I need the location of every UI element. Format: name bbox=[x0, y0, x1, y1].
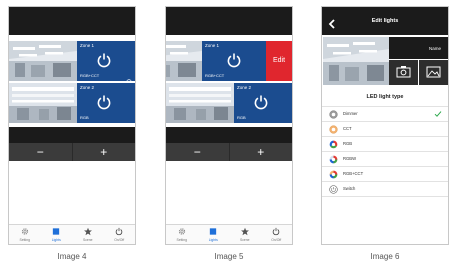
rgbcct-icon bbox=[329, 170, 338, 179]
type-label: RGB+CCT bbox=[343, 171, 364, 176]
nav-label: Setting bbox=[176, 238, 188, 242]
zone-panel[interactable]: Zone 2 RGB bbox=[234, 83, 292, 123]
edit-button[interactable]: Edit bbox=[266, 41, 292, 81]
gear-icon bbox=[21, 228, 28, 235]
gear-icon bbox=[178, 228, 185, 235]
star-icon bbox=[240, 227, 249, 236]
checkmark-icon bbox=[434, 111, 442, 117]
brightness-controls: − + bbox=[9, 143, 135, 161]
type-label: RGB bbox=[343, 141, 353, 146]
square-icon bbox=[210, 228, 217, 235]
power-icon bbox=[272, 227, 280, 236]
zone-light-type: RGB bbox=[80, 115, 89, 120]
zone-card-1[interactable]: Zone 1 RGB+CCT Edit bbox=[166, 41, 292, 81]
empty-area bbox=[9, 127, 135, 143]
name-field[interactable]: Name bbox=[389, 37, 448, 59]
power-icon[interactable] bbox=[253, 94, 269, 115]
bottom-nav: Setting Lights Scene On/Off bbox=[166, 224, 293, 244]
nav-onoff[interactable]: On/Off bbox=[104, 225, 136, 244]
rgb-icon bbox=[329, 140, 338, 149]
nav-label: On/Off bbox=[114, 238, 125, 242]
name-label: Name bbox=[428, 46, 441, 51]
type-label: CCT bbox=[343, 126, 352, 131]
phone-screen-lights: Zone 1 RGB+CCT Zone 2 RGB − + Setting Li… bbox=[8, 6, 136, 245]
page-title: Edit lights bbox=[371, 18, 399, 24]
zone-photo bbox=[166, 83, 234, 123]
dimmer-icon bbox=[329, 110, 338, 119]
type-label: Dimmer bbox=[343, 111, 358, 116]
type-label: Switch bbox=[343, 186, 356, 191]
nav-lights[interactable]: Lights bbox=[41, 225, 73, 244]
nav-scene[interactable]: Scene bbox=[72, 225, 104, 244]
nav-label: Lights bbox=[51, 238, 61, 242]
square-icon bbox=[53, 228, 60, 235]
cct-icon bbox=[329, 125, 338, 134]
power-icon[interactable] bbox=[96, 94, 112, 115]
zone-photo bbox=[9, 83, 77, 123]
rgbw-icon bbox=[329, 155, 338, 164]
led-type-heading: LED light type bbox=[366, 94, 404, 100]
minus-button[interactable]: − bbox=[9, 143, 73, 161]
zone-card-2[interactable]: Zone 2 RGB bbox=[9, 83, 135, 123]
zone-name: Zone 1 bbox=[205, 43, 220, 48]
zone-name: Zone 2 bbox=[80, 85, 95, 90]
type-label: RGBW bbox=[343, 156, 357, 161]
nav-setting[interactable]: Setting bbox=[9, 225, 41, 244]
zone-light-type: RGB bbox=[237, 115, 246, 120]
nav-label: Scene bbox=[82, 238, 93, 242]
nav-label: Setting bbox=[19, 238, 31, 242]
zone-light-type: RGB+CCT bbox=[80, 73, 100, 78]
top-bar bbox=[166, 7, 292, 35]
camera-icon bbox=[396, 66, 411, 78]
brightness-controls: − + bbox=[166, 143, 292, 161]
header-bar: Edit lights bbox=[322, 7, 448, 35]
plus-button[interactable]: + bbox=[230, 143, 293, 161]
nav-setting[interactable]: Setting bbox=[166, 225, 198, 244]
switch-icon bbox=[329, 185, 338, 194]
gallery-button[interactable] bbox=[419, 60, 448, 85]
zone-editor: Name bbox=[322, 37, 448, 85]
type-option-rgbw[interactable]: RGBW bbox=[322, 151, 448, 166]
nav-onoff[interactable]: On/Off bbox=[261, 225, 293, 244]
zone-name: Zone 1 bbox=[80, 43, 95, 48]
star-icon bbox=[83, 227, 92, 236]
nav-label: On/Off bbox=[271, 238, 282, 242]
led-type-list: Dimmer CCT RGB RGBW RGB+CCT Switch bbox=[322, 106, 448, 197]
phone-screen-edit-lights: Edit lights Name LED light type Dimmer C… bbox=[321, 6, 449, 245]
type-option-dimmer[interactable]: Dimmer bbox=[322, 106, 448, 121]
power-icon bbox=[115, 227, 123, 236]
nav-label: Scene bbox=[239, 238, 250, 242]
power-icon[interactable] bbox=[96, 52, 112, 73]
zone-photo[interactable] bbox=[323, 37, 389, 85]
caption: Image 5 bbox=[214, 252, 244, 261]
type-option-rgb[interactable]: RGB bbox=[322, 136, 448, 151]
empty-area bbox=[166, 127, 292, 143]
nav-label: Lights bbox=[208, 238, 218, 242]
zone-panel[interactable]: Zone 1 RGB+CCT bbox=[202, 41, 266, 81]
caption: Image 6 bbox=[370, 252, 400, 261]
type-option-switch[interactable]: Switch bbox=[322, 181, 448, 197]
camera-button[interactable] bbox=[389, 60, 418, 85]
image-icon bbox=[426, 66, 441, 78]
minus-button[interactable]: − bbox=[166, 143, 230, 161]
zone-photo bbox=[9, 41, 77, 81]
bottom-nav: Setting Lights Scene On/Off bbox=[9, 224, 136, 244]
plus-button[interactable]: + bbox=[73, 143, 136, 161]
type-option-cct[interactable]: CCT bbox=[322, 121, 448, 136]
top-bar bbox=[9, 7, 135, 35]
zone-light-type: RGB+CCT bbox=[205, 73, 225, 78]
power-icon[interactable] bbox=[226, 52, 242, 73]
zone-card-1[interactable]: Zone 1 RGB+CCT bbox=[9, 41, 135, 85]
nav-lights[interactable]: Lights bbox=[198, 225, 230, 244]
zone-panel[interactable]: Zone 1 RGB+CCT bbox=[77, 41, 135, 85]
zone-photo bbox=[166, 41, 202, 81]
nav-scene[interactable]: Scene bbox=[229, 225, 261, 244]
type-option-rgbcct[interactable]: RGB+CCT bbox=[322, 166, 448, 181]
zone-card-2[interactable]: Zone 2 RGB bbox=[166, 83, 292, 123]
caption: Image 4 bbox=[57, 252, 87, 261]
zone-panel[interactable]: Zone 2 RGB bbox=[77, 83, 135, 123]
phone-screen-lights-edit: Zone 1 RGB+CCT Edit Zone 2 RGB − + Setti… bbox=[165, 6, 293, 245]
zone-name: Zone 2 bbox=[237, 85, 252, 90]
